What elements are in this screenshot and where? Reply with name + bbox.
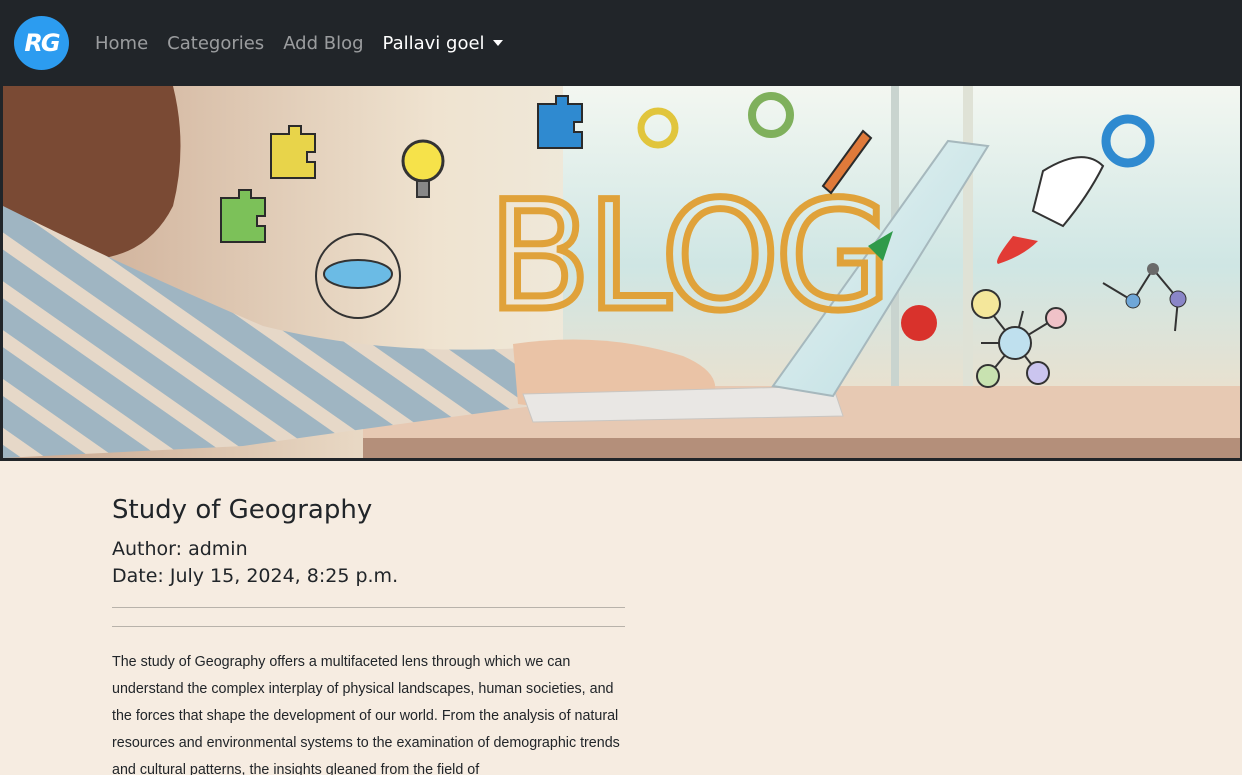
post-meta: Author: admin Date: July 15, 2024, 8:25 … — [112, 536, 625, 590]
divider-top — [112, 607, 625, 608]
post-author: Author: admin — [112, 538, 248, 560]
banner-blog-text: BLOG — [488, 170, 887, 344]
site-logo[interactable]: RG — [14, 16, 69, 70]
logo-text: RG — [24, 29, 60, 57]
user-menu-dropdown[interactable]: Pallavi goel — [383, 33, 503, 54]
post-title: Study of Geography — [112, 495, 373, 525]
nav-links: Home Categories Add Blog Pallavi goel — [95, 0, 503, 86]
divider-bottom — [112, 626, 625, 627]
nav-home-link[interactable]: Home — [95, 33, 148, 54]
nav-add-blog-link[interactable]: Add Blog — [283, 33, 363, 54]
user-menu-label: Pallavi goel — [382, 32, 485, 54]
caret-down-icon — [492, 40, 503, 46]
blog-post: Study of Geography Author: admin Date: J… — [112, 493, 625, 775]
nav-categories-link[interactable]: Categories — [167, 33, 264, 54]
post-body: The study of Geography offers a multifac… — [112, 654, 620, 775]
post-date: Date: July 15, 2024, 8:25 p.m. — [112, 565, 399, 587]
blog-banner-image: BLOG — [0, 86, 1242, 461]
top-navbar: RG Home Categories Add Blog Pallavi goel — [0, 0, 1242, 86]
